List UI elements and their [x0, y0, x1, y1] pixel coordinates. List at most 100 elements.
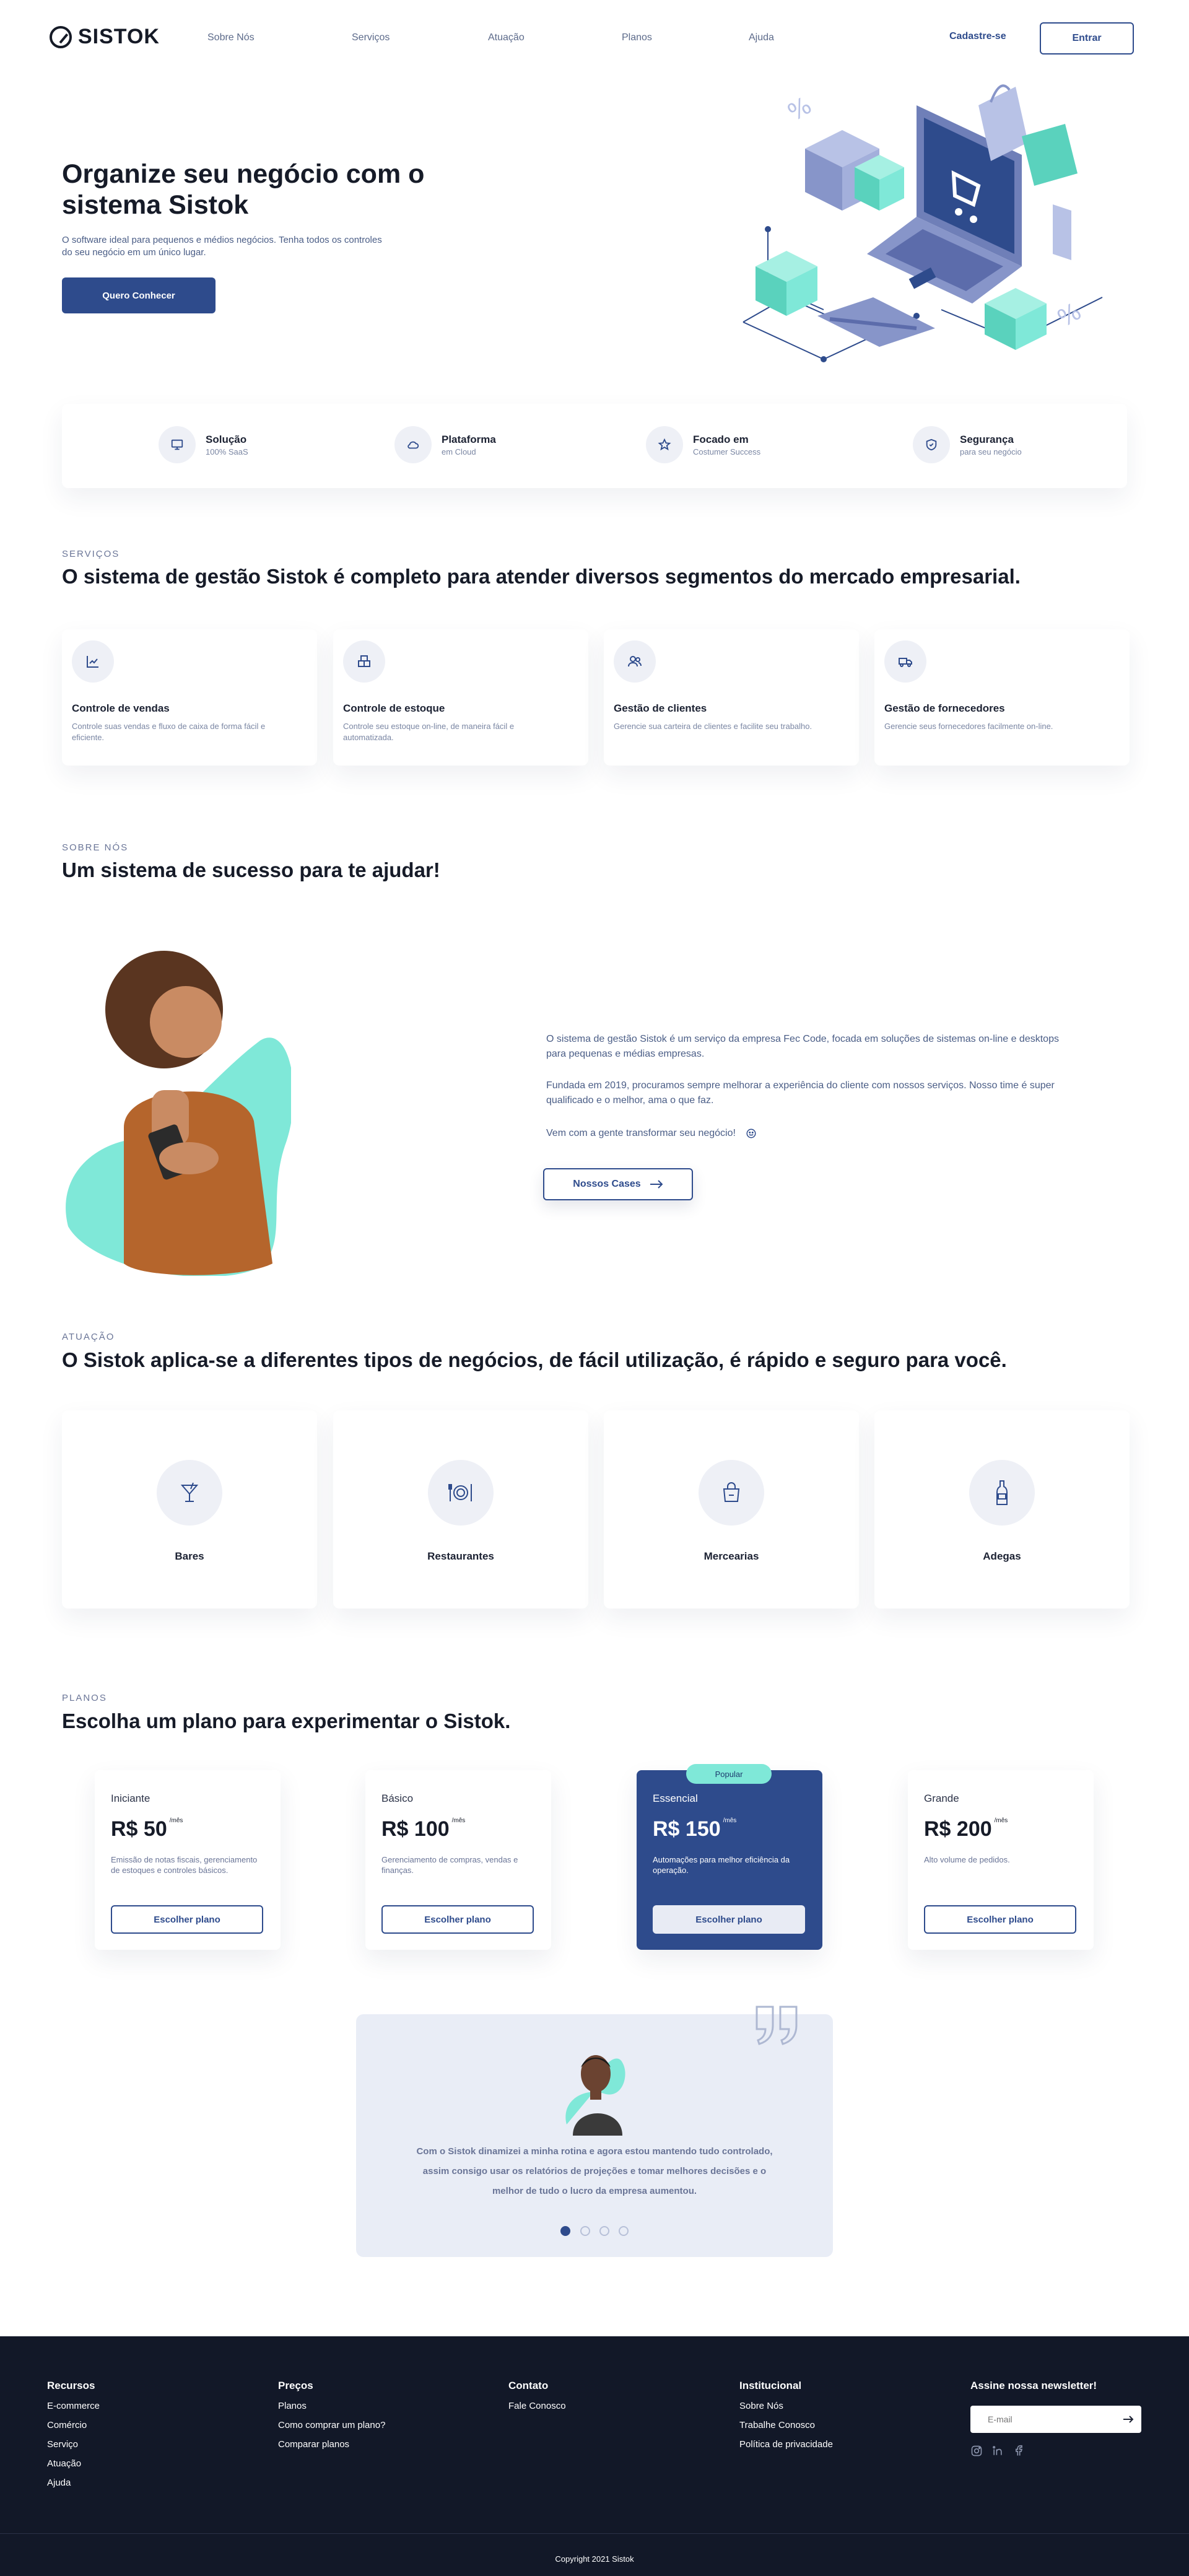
svg-text:%: %	[1053, 297, 1086, 332]
plan-price: R$ 150	[653, 1817, 721, 1841]
footer-link[interactable]: Sobre Nós	[739, 2401, 833, 2411]
service-card-vendas[interactable]: Controle de vendas Controle suas vendas …	[62, 629, 317, 766]
footer-link[interactable]: Fale Conosco	[508, 2401, 566, 2411]
newsletter-title: Assine nossa newsletter!	[970, 2380, 1097, 2391]
industry-card-bares[interactable]: Bares	[62, 1410, 317, 1609]
feature-seguranca: Segurança para seu negócio	[913, 426, 1022, 463]
newsletter-form	[970, 2406, 1141, 2433]
industry-card-mercearias[interactable]: Mercearias	[604, 1410, 859, 1609]
carousel-dot-4[interactable]	[619, 2226, 629, 2236]
carousel-dot-2[interactable]	[580, 2226, 590, 2236]
truck-icon	[884, 640, 926, 683]
plan-name: Básico	[381, 1792, 414, 1804]
brand-name: SISTOK	[78, 25, 160, 48]
industry-card-adegas[interactable]: Adegas	[874, 1410, 1130, 1609]
footer-link[interactable]: Planos	[278, 2401, 385, 2411]
nav-servicos[interactable]: Serviços	[352, 32, 390, 43]
carousel-dot-3[interactable]	[599, 2226, 609, 2236]
industries-eyebrow: ATUAÇÃO	[62, 1332, 115, 1342]
quote-icon	[756, 2006, 798, 2045]
footer-col-title: Recursos	[47, 2380, 95, 2391]
footer-link[interactable]: Atuação	[47, 2458, 100, 2469]
hero-illustration: % %	[743, 84, 1103, 362]
copyright: Copyright 2021 Sistok	[555, 2554, 634, 2564]
feature-subtitle: Costumer Success	[693, 447, 761, 456]
plan-price-row: R$ 150/mês	[653, 1817, 736, 1841]
industry-label: Adegas	[983, 1550, 1021, 1562]
plan-price: R$ 50	[111, 1817, 167, 1841]
plan-unit: /mês	[723, 1817, 737, 1824]
carousel-dot-1[interactable]	[560, 2226, 570, 2236]
facebook-icon[interactable]	[1013, 2445, 1025, 2457]
footer-divider	[0, 2533, 1189, 2534]
shield-icon	[913, 426, 950, 463]
linkedin-icon[interactable]	[991, 2445, 1004, 2457]
boxes-icon	[343, 640, 385, 683]
instagram-icon[interactable]	[970, 2445, 983, 2457]
feature-subtitle: para seu negócio	[960, 447, 1022, 456]
feature-subtitle: 100% SaaS	[206, 447, 248, 456]
plan-unit: /mês	[451, 1817, 466, 1824]
about-paragraph-3: Vem com a gente transformar seu negócio!	[546, 1128, 736, 1138]
social-links	[970, 2445, 1025, 2457]
plan-card-basico: Básico R$ 100/mês Gerenciamento de compr…	[365, 1770, 551, 1950]
services-eyebrow: SERVIÇOS	[62, 549, 120, 559]
service-desc: Gerencie seus fornecedores facilmente on…	[884, 722, 1053, 731]
footer-link[interactable]: Trabalhe Conosco	[739, 2420, 833, 2430]
services-title: O sistema de gestão Sistok é completo pa…	[62, 565, 1021, 588]
service-card-clientes[interactable]: Gestão de clientes Gerencie sua carteira…	[604, 629, 859, 766]
nav-ajuda[interactable]: Ajuda	[749, 32, 774, 43]
footer-col-title: Preços	[278, 2380, 313, 2391]
cocktail-icon	[157, 1460, 222, 1526]
cases-button[interactable]: Nossos Cases	[543, 1168, 693, 1200]
nav-sobre-nos[interactable]: Sobre Nós	[207, 32, 255, 43]
nav-planos[interactable]: Planos	[622, 32, 652, 43]
feature-title: Plataforma	[442, 433, 496, 445]
plan-desc: Alto volume de pedidos.	[924, 1855, 1010, 1864]
about-paragraph-1: O sistema de gestão Sistok é um serviço …	[546, 1034, 1059, 1059]
choose-plan-button[interactable]: Escolher plano	[653, 1905, 805, 1934]
industry-card-restaurantes[interactable]: Restaurantes	[333, 1410, 588, 1609]
chart-icon	[72, 640, 114, 683]
footer-col-precos: Preços Planos Como comprar um plano? Com…	[278, 2380, 385, 2450]
nav-atuacao[interactable]: Atuação	[488, 32, 525, 43]
service-desc: Controle suas vendas e fluxo de caixa de…	[72, 722, 266, 742]
plans-title: Escolha um plano para experimentar o Sis…	[62, 1709, 511, 1732]
footer-link[interactable]: Comparar planos	[278, 2439, 385, 2450]
service-desc: Gerencie sua carteira de clientes e faci…	[614, 722, 812, 731]
signup-link[interactable]: Cadastre-se	[949, 31, 1006, 42]
hero-subtitle: O software ideal para pequenos e médios …	[62, 235, 382, 258]
footer-col-title: Institucional	[739, 2380, 802, 2391]
choose-plan-button[interactable]: Escolher plano	[381, 1905, 534, 1934]
smile-icon	[746, 1129, 756, 1138]
footer-link[interactable]: E-commerce	[47, 2401, 100, 2411]
footer-link[interactable]: Serviço	[47, 2439, 100, 2450]
plan-unit: /mês	[994, 1817, 1008, 1824]
footer-link[interactable]: Ajuda	[47, 2478, 100, 2488]
brand-logo[interactable]: SISTOK	[50, 25, 160, 49]
feature-plataforma: Plataforma em Cloud	[394, 426, 496, 463]
login-button[interactable]: Entrar	[1040, 22, 1134, 55]
hero-cta-button[interactable]: Quero Conhecer	[62, 277, 216, 313]
service-title: Gestão de clientes	[614, 702, 707, 714]
footer-col-title: Contato	[508, 2380, 549, 2391]
plan-price: R$ 200	[924, 1817, 992, 1841]
plan-card-grande: Grande R$ 200/mês Alto volume de pedidos…	[908, 1770, 1094, 1950]
service-card-fornecedores[interactable]: Gestão de fornecedores Gerencie seus for…	[874, 629, 1130, 766]
newsletter-email-input[interactable]	[970, 2406, 1113, 2433]
plan-name: Essencial	[653, 1792, 698, 1804]
choose-plan-button[interactable]: Escolher plano	[924, 1905, 1076, 1934]
service-card-estoque[interactable]: Controle de estoque Controle seu estoque…	[333, 629, 588, 766]
choose-plan-button[interactable]: Escolher plano	[111, 1905, 263, 1934]
plan-name: Iniciante	[111, 1792, 150, 1804]
service-title: Controle de estoque	[343, 702, 445, 714]
footer-link[interactable]: Política de privacidade	[739, 2439, 833, 2450]
footer-col-contato: Contato Fale Conosco	[508, 2380, 566, 2411]
star-icon	[646, 426, 683, 463]
plan-price-row: R$ 200/mês	[924, 1817, 1008, 1841]
plan-card-essencial: Essencial R$ 150/mês Automações para mel…	[637, 1770, 822, 1950]
send-arrow-icon[interactable]	[1123, 2415, 1134, 2424]
footer-link[interactable]: Comércio	[47, 2420, 100, 2430]
footer-link[interactable]: Como comprar um plano?	[278, 2420, 385, 2430]
users-icon	[614, 640, 656, 683]
